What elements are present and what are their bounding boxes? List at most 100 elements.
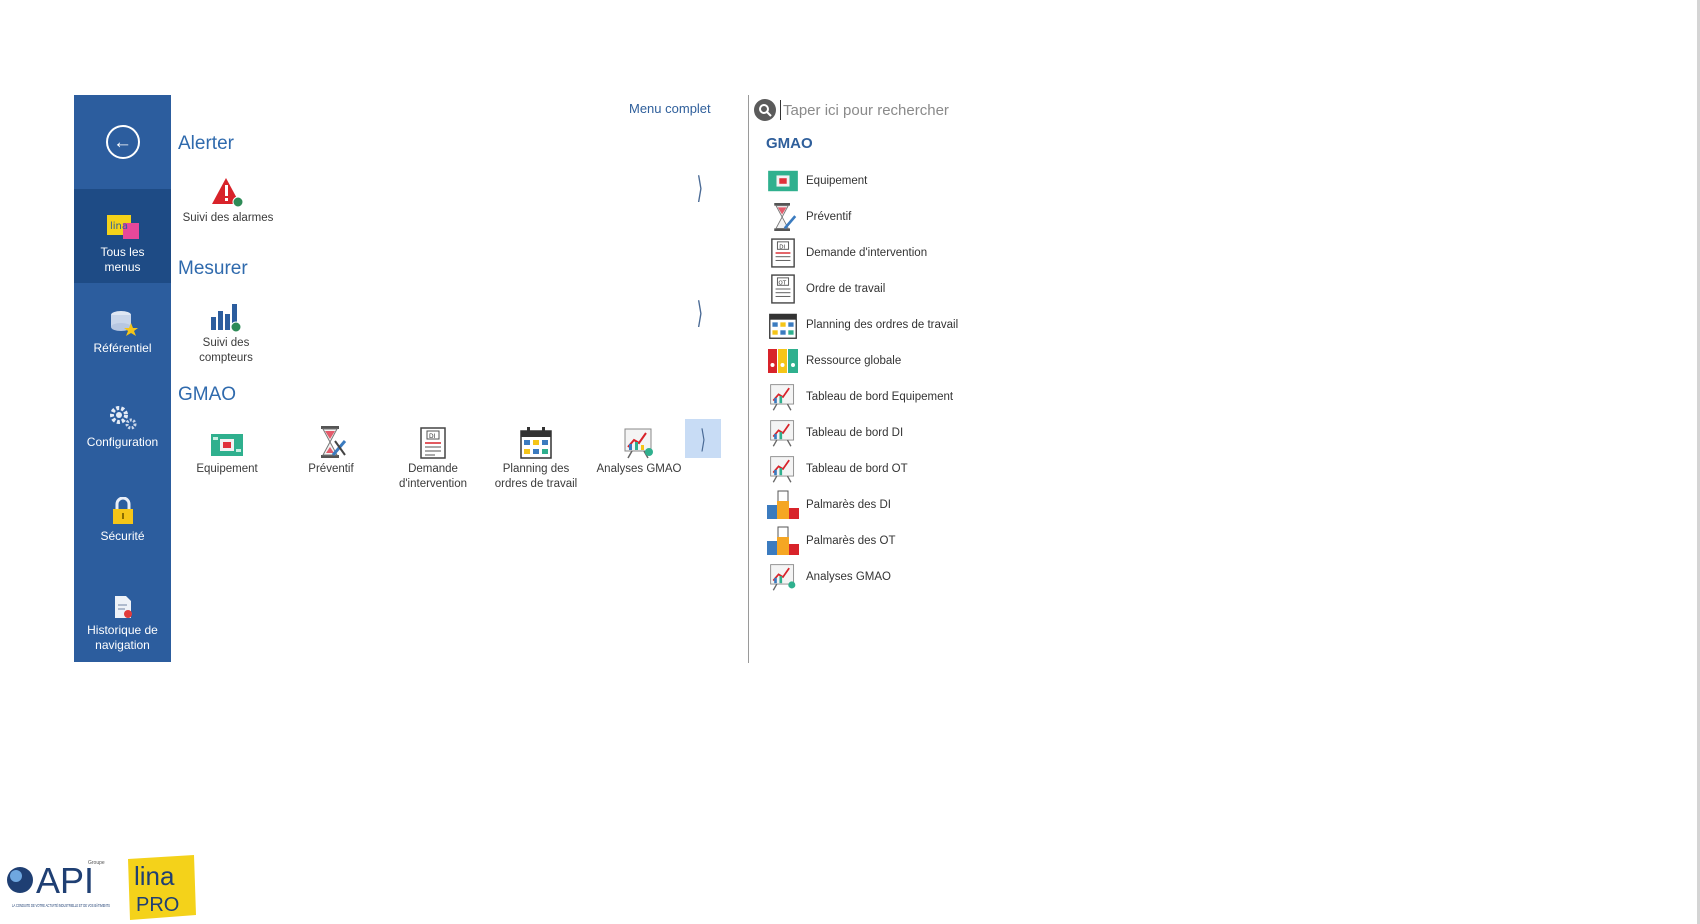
svg-text:DI: DI — [779, 244, 785, 250]
counters-chart-icon — [211, 304, 242, 333]
tile-label: Analyses GMAO — [596, 463, 682, 475]
padlock-icon — [112, 497, 133, 524]
section-title-mesurer: Mesurer — [178, 258, 248, 279]
tile-label: Préventif — [308, 463, 354, 475]
list-item-label: Tableau de bord Equipement — [806, 391, 954, 403]
planning-calendar-icon — [769, 313, 797, 339]
podium-icon — [767, 490, 799, 519]
list-item-label: Préventif — [806, 211, 852, 223]
list-item-equipement[interactable]: Equipement — [766, 163, 958, 199]
list-item-label: Planning des ordres de travail — [806, 319, 959, 331]
equipment-board-icon — [768, 170, 798, 192]
list-item-palmares-di[interactable]: Palmarès des DI — [766, 487, 958, 523]
gears-icon — [109, 406, 136, 430]
list-item-tableau-bord-equipement[interactable]: Tableau de bord Equipement — [766, 379, 958, 415]
podium-icon — [767, 526, 799, 555]
list-item-label: Equipement — [806, 175, 868, 187]
tile-label: Planning des ordres de travail — [494, 463, 578, 490]
svg-text:DI: DI — [429, 433, 436, 440]
sidebar-item-securite[interactable]: Sécurité — [74, 471, 171, 565]
list-item-tableau-bord-di[interactable]: Tableau de bord DI — [766, 415, 958, 451]
list-item-label: Palmarès des OT — [806, 535, 896, 547]
list-item-label: Analyses GMAO — [806, 571, 891, 583]
right-panel-heading: GMAO — [766, 135, 813, 152]
list-item-label: Ressource globale — [806, 355, 902, 367]
api-tagline: LA CONDUITE DE VOTRE ACTIVITÉ INDUSTRIEL… — [12, 902, 110, 908]
list-item-planning-ordres-travail[interactable]: Planning des ordres de travail — [766, 307, 958, 343]
ot-document-icon: OT — [771, 274, 795, 304]
hourglass-tools-icon — [321, 426, 347, 458]
tile-label: Equipement — [196, 463, 258, 475]
svg-text:lina: lina — [110, 221, 128, 232]
panel-divider — [748, 95, 749, 663]
list-item-preventif[interactable]: Préventif — [766, 199, 958, 235]
search-input[interactable] — [783, 99, 1083, 121]
sidebar-item-historique[interactable]: Historique de navigation — [74, 565, 171, 662]
history-document-icon — [114, 596, 132, 618]
section-title-gmao: GMAO — [178, 384, 237, 405]
resource-binders-icon — [768, 349, 798, 373]
list-item-label: Demande d'intervention — [806, 247, 928, 259]
arrow-left-icon: ← — [105, 125, 140, 159]
api-logo: API Groupe LA CONDUITE DE VOTRE ACTIVITÉ… — [7, 860, 110, 908]
list-item-ressource-globale[interactable]: Ressource globale — [766, 343, 958, 379]
sidebar-item-label: Configuration — [86, 435, 159, 449]
tile-label: Demande d'intervention — [398, 463, 468, 490]
list-item-analyses-gmao[interactable]: Analyses GMAO — [766, 559, 958, 595]
tile-preventif[interactable]: Préventif — [279, 423, 383, 477]
tile-label: Suivi des compteurs — [199, 337, 253, 364]
sidebar-item-tous-les-menus[interactable]: lina Tous les menus — [74, 189, 171, 283]
chevron-right-icon[interactable]: ⟩ — [697, 299, 703, 329]
list-item-ordre-de-travail[interactable]: OT Ordre de travail — [766, 271, 958, 307]
planning-calendar-icon — [520, 427, 552, 459]
tile-suivi-des-alarmes[interactable]: Suivi des alarmes — [176, 172, 280, 226]
sidebar-item-label: Référentiel — [93, 341, 152, 355]
list-item-palmares-ot[interactable]: Palmarès des OT — [766, 523, 958, 559]
gmao-list: Equipement Préventif DI Demande d'interv… — [766, 163, 958, 595]
sidebar-item-label: Tous les menus — [100, 245, 145, 274]
chevron-right-icon: ⟩ — [700, 423, 706, 454]
dashboard-board-icon — [770, 456, 795, 483]
api-wordmark: API — [36, 860, 94, 901]
lina-menus-icon: lina — [106, 215, 139, 239]
back-button[interactable]: ← — [74, 95, 171, 189]
list-item-label: Ordre de travail — [806, 283, 886, 295]
tile-planning-ordres-travail[interactable]: Planning des ordres de travail — [484, 423, 588, 492]
tile-analyses-gmao[interactable]: Analyses GMAO — [587, 423, 691, 477]
equipment-board-icon — [211, 434, 243, 456]
sidebar-item-label: Sécurité — [100, 529, 145, 543]
analysis-board-icon — [770, 564, 796, 591]
list-item-demande-intervention[interactable]: DI Demande d'intervention — [766, 235, 958, 271]
gmao-more-button[interactable]: ⟩ — [685, 419, 721, 458]
tile-suivi-des-compteurs[interactable]: Suivi des compteurs — [174, 297, 278, 366]
section-title-alerter: Alerter — [178, 133, 234, 154]
database-star-icon — [110, 311, 138, 336]
svg-text:OT: OT — [778, 280, 786, 286]
list-item-label: Tableau de bord DI — [806, 427, 904, 439]
alarm-warning-icon — [212, 178, 244, 208]
menu-complet-link[interactable]: Menu complet — [629, 101, 711, 116]
hourglass-tools-icon — [774, 203, 797, 231]
search-icon[interactable] — [754, 99, 776, 121]
sidebar-nav: ← lina Tous les menus Référentiel Config… — [74, 95, 171, 662]
dashboard-board-icon — [770, 420, 795, 447]
sidebar-item-configuration[interactable]: Configuration — [74, 377, 171, 471]
di-document-icon: DI — [771, 238, 795, 268]
dashboard-board-icon — [770, 384, 795, 411]
di-document-icon: DI — [420, 427, 446, 459]
list-item-label: Tableau de bord OT — [806, 463, 908, 475]
tile-label: Suivi des alarmes — [182, 212, 274, 224]
lina-pro-logo: lina PRO — [128, 855, 196, 920]
chevron-right-icon[interactable]: ⟩ — [697, 174, 703, 204]
sidebar-item-referentiel[interactable]: Référentiel — [74, 283, 171, 377]
pro-wordmark: PRO — [136, 894, 179, 916]
text-caret — [780, 100, 781, 120]
list-item-label: Palmarès des DI — [806, 499, 892, 511]
lina-wordmark: lina — [134, 861, 175, 891]
tile-demande-intervention[interactable]: DI Demande d'intervention — [381, 423, 485, 492]
sidebar-item-label: Historique de navigation — [87, 623, 158, 652]
tile-equipement[interactable]: Equipement — [175, 423, 279, 477]
list-item-tableau-bord-ot[interactable]: Tableau de bord OT — [766, 451, 958, 487]
analysis-board-icon — [624, 428, 653, 459]
api-group-label: Groupe — [88, 860, 105, 866]
